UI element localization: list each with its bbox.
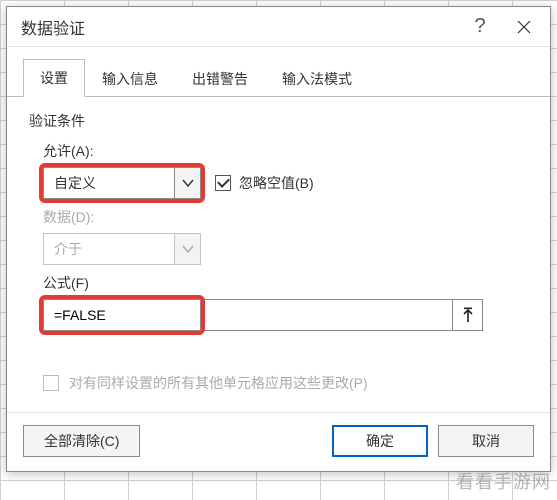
formula-input[interactable] (43, 299, 201, 331)
button-label: 全部清除(C) (44, 431, 119, 451)
range-picker-button[interactable] (453, 299, 483, 331)
data-dropdown-value: 介于 (44, 234, 174, 264)
dialog-footer: 全部清除(C) 确定 取消 (7, 412, 550, 471)
apply-all-checkbox (43, 375, 59, 391)
dialog-content: 验证条件 允许(A): 自定义 忽略空值(B) 数据(D): 介于 (7, 97, 550, 412)
allow-dropdown-value: 自定义 (44, 168, 174, 198)
close-button[interactable] (502, 7, 546, 47)
button-label: 取消 (472, 431, 500, 451)
allow-label: 允许(A): (43, 141, 528, 161)
formula-input-extension[interactable] (201, 299, 453, 331)
apply-all-row: 对有同样设置的所有其他单元格应用这些更改(P) (43, 373, 528, 393)
range-picker-icon (461, 307, 475, 323)
ignore-blank-label: 忽略空值(B) (239, 173, 314, 193)
tab-error-alert[interactable]: 出错警告 (175, 60, 265, 97)
allow-dropdown[interactable]: 自定义 (43, 167, 201, 199)
criteria-section-title: 验证条件 (29, 111, 528, 131)
chevron-down-icon (182, 178, 194, 188)
tab-ime-mode[interactable]: 输入法模式 (265, 60, 369, 97)
help-button[interactable]: ? (458, 7, 502, 47)
button-label: 确定 (366, 431, 394, 451)
ignore-blank-checkbox[interactable] (215, 175, 231, 191)
ignore-blank-checkbox-row[interactable]: 忽略空值(B) (215, 173, 314, 193)
clear-all-button[interactable]: 全部清除(C) (23, 425, 140, 457)
data-label: 数据(D): (43, 207, 528, 227)
tab-label: 设置 (40, 70, 68, 86)
tab-settings[interactable]: 设置 (23, 59, 85, 97)
dialog-titlebar: 数据验证 ? (7, 7, 550, 47)
data-dropdown: 介于 (43, 233, 201, 265)
tab-label: 出错警告 (192, 71, 248, 87)
help-icon: ? (474, 15, 485, 38)
data-validation-dialog: 数据验证 ? 设置 输入信息 出错警告 输入法模式 验证条件 允许(A): 自定… (6, 6, 551, 472)
tab-label: 输入信息 (102, 71, 158, 87)
dialog-title: 数据验证 (21, 15, 458, 39)
tab-label: 输入法模式 (282, 71, 352, 87)
data-dropdown-button (174, 234, 200, 264)
dialog-tabs: 设置 输入信息 出错警告 输入法模式 (7, 47, 550, 97)
tab-input-message[interactable]: 输入信息 (85, 60, 175, 97)
cancel-button[interactable]: 取消 (438, 425, 534, 457)
chevron-down-icon (182, 244, 194, 254)
apply-all-label: 对有同样设置的所有其他单元格应用这些更改(P) (69, 373, 368, 393)
close-icon (517, 20, 531, 34)
ok-button[interactable]: 确定 (332, 425, 428, 457)
allow-dropdown-button[interactable] (174, 168, 200, 198)
formula-label: 公式(F) (43, 273, 528, 293)
